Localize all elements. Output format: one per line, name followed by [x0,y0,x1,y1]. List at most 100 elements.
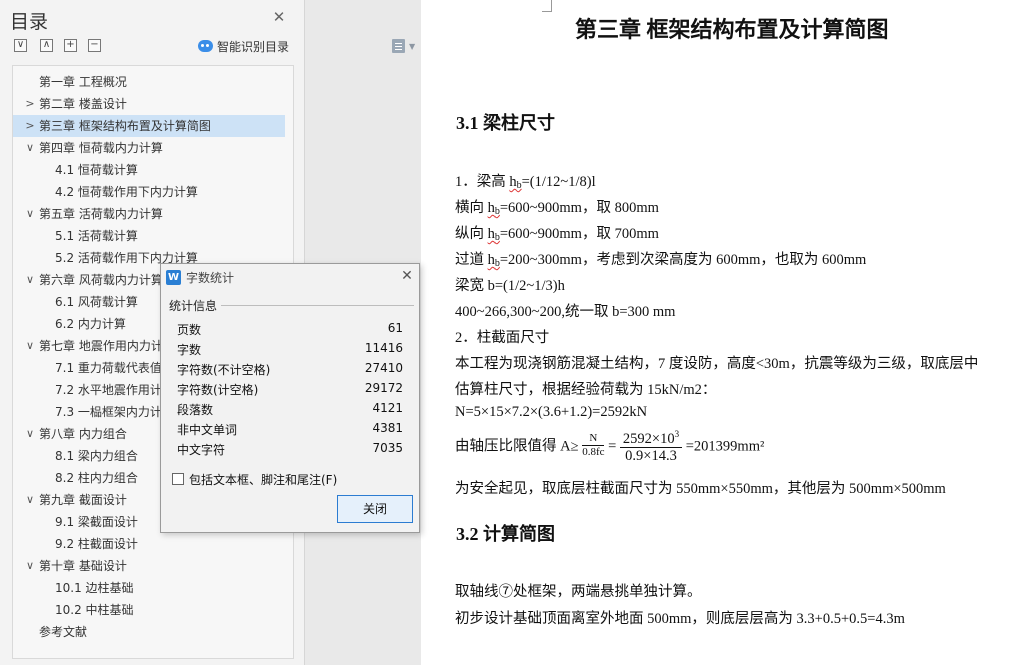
toc-item[interactable]: ∨ 第五章 活荷载内力计算 [13,203,293,225]
toc-item[interactable]: 10.2 中柱基础 [13,599,293,621]
section-heading: 3.2 计算简图 [456,524,555,544]
body-line: 初步设计基础顶面离室外地面 500mm，则底层层高为 3.3+0.5+0.5=4… [455,611,905,627]
stat-value: 11416 [364,341,403,355]
toc-item[interactable]: 参考文献 [13,621,293,643]
stats-group-label: 统计信息 [169,299,218,313]
chevron-down-icon[interactable]: ∨ [25,137,35,159]
toc-item[interactable]: > 第二章 楼盖设计 [13,93,293,115]
word-app-icon: W [166,270,181,285]
toc-item-label: 第八章 内力组合 [39,427,127,441]
stat-label: 中文字符 [177,443,226,457]
toc-item-label: 第一章 工程概况 [39,75,127,89]
smart-toc-button[interactable]: 智能识别目录 [198,37,289,55]
include-textbox-checkbox[interactable] [172,473,184,485]
toc-item-label: 第十章 基础设计 [39,559,127,573]
toc-item-label: 8.2 柱内力组合 [55,471,138,485]
toc-item-label: 第三章 框架结构布置及计算简图 [39,119,211,133]
chevron-right-icon[interactable]: > [25,115,35,137]
document-icon[interactable] [392,39,405,53]
word-window: 目录 ✕ ∨ ∧ + − 智能识别目录 第一章 工程概况 > 第二章 楼盖设计 > 第三… [0,0,1023,665]
body-line: 取轴线⑦处框架，两端悬挑单独计算。 [455,584,702,600]
stat-value: 29172 [364,381,403,395]
toc-item-label: 8.1 梁内力组合 [55,449,138,463]
toc-item-label: 10.2 中柱基础 [55,603,134,617]
group-divider [221,305,414,306]
toc-item-label: 6.2 内力计算 [55,317,126,331]
body-line: 梁宽 b=(1/2~1/3)h [455,278,565,294]
formula-line: 由轴压比限值得 A≥ N 0.8fc = 2592×103 0.9×14.3 =20… [455,428,764,466]
smart-toc-label: 智能识别目录 [217,39,290,54]
body-line: 为安全起见，取底层柱截面尺寸为 550mm×550mm，其他层为 500mm×5… [455,481,946,497]
toc-item[interactable]: 10.1 边柱基础 [13,577,293,599]
toc-item-label: 第二章 楼盖设计 [39,97,127,111]
toc-item-label: 5.1 活荷载计算 [55,229,138,243]
chevron-down-icon[interactable]: ∨ [25,489,35,511]
toc-item[interactable]: 第一章 工程概况 [13,71,293,93]
stat-value: 27410 [364,361,403,375]
checkbox-label[interactable]: 包括文本框、脚注和尾注(F) [189,471,337,488]
toc-item-label: 第六章 风荷载内力计算 [39,273,163,287]
fraction: 2592×103 0.9×14.3 [619,426,683,464]
stat-label: 字符数(计空格) [177,383,259,397]
stat-label: 字符数(不计空格) [177,363,271,377]
collapse-all-button[interactable]: ∨ [14,39,27,52]
chapter-title: 第三章 框架结构布置及计算简图 [575,17,889,42]
toc-item[interactable]: ∨ 第十章 基础设计 [13,555,293,577]
crop-mark [542,11,552,12]
close-button[interactable]: 关闭 [337,495,413,523]
toc-item-label: 9.2 柱截面设计 [55,537,138,551]
toc-item-label: 4.1 恒荷载计算 [55,163,138,177]
demote-button[interactable]: − [88,39,101,52]
toc-item-label: 第五章 活荷载内力计算 [39,207,163,221]
dialog-title: 字数统计 [186,271,235,285]
nav-title: 目录 [10,11,49,33]
stat-value: 7035 [372,441,403,455]
toc-item-label: 6.1 风荷载计算 [55,295,138,309]
body-line: 2．柱截面尺寸 [455,330,550,346]
toc-item-label: 第九章 截面设计 [39,493,127,507]
toc-item-label: 第七章 地震作用内力计 [39,339,163,353]
toc-item[interactable]: 4.2 恒荷载作用下内力计算 [13,181,293,203]
stat-label: 段落数 [177,403,214,417]
crop-mark [551,0,552,11]
chevron-down-icon[interactable]: ∨ [25,203,35,225]
document-page[interactable]: 第三章 框架结构布置及计算简图 3.1 梁柱尺寸 1．梁高 hb=(1/12~1… [421,0,1023,665]
body-line: N=5×15×7.2×(3.6+1.2)=2592kN [455,404,648,420]
expand-all-button[interactable]: ∧ [40,39,53,52]
body-line: 本工程为现浇钢筋混凝土结构，7 度设防，高度<30m，抗震等级为三级，取底层中 [455,356,979,372]
chevron-down-icon[interactable]: ∨ [25,555,35,577]
stat-label: 非中文单词 [177,423,238,437]
toc-item[interactable]: 5.1 活荷载计算 [13,225,293,247]
toc-item[interactable]: 4.1 恒荷载计算 [13,159,293,181]
chevron-down-icon[interactable]: ∨ [25,335,35,357]
smart-toc-icon [198,40,213,52]
stat-label: 字数 [177,343,202,357]
toc-item-label: 4.2 恒荷载作用下内力计算 [55,185,198,199]
toc-item[interactable]: ∨ 第四章 恒荷载内力计算 [13,137,293,159]
chevron-right-icon[interactable]: > [25,93,35,115]
toc-item-label: 9.1 梁截面设计 [55,515,138,529]
body-line: 400~266,300~200,统一取 b=300 mm [455,304,676,320]
body-line: 1．梁高 hb=(1/12~1/8)l [455,174,596,191]
toc-item[interactable]: 9.2 柱截面设计 [13,533,293,555]
close-icon[interactable]: ✕ [271,9,287,25]
stat-label: 页数 [177,323,202,337]
word-count-dialog: W 字数统计 ✕ 统计信息 页数 61 字数 11416 字符数(不计空格) 27410 字… [160,263,420,533]
toc-item-label: 第四章 恒荷载内力计算 [39,141,163,155]
toc-item-label: 参考文献 [39,625,88,639]
toc-item-label: 10.1 边柱基础 [55,581,134,595]
chevron-down-icon[interactable]: ∨ [25,423,35,445]
fraction: N 0.8fc [582,431,605,458]
body-line: 过道 hb=200~300mm，考虑到次梁高度为 600mm，也取为 600mm [455,252,867,269]
close-icon[interactable]: ✕ [399,268,415,284]
stat-value: 4381 [372,421,403,435]
section-heading: 3.1 梁柱尺寸 [456,113,555,133]
toc-item[interactable]: > 第三章 框架结构布置及计算简图 [13,115,285,137]
stat-value: 61 [387,321,403,335]
body-line: 横向 hb=600~900mm，取 800mm [455,200,659,217]
promote-button[interactable]: + [64,39,77,52]
chevron-down-icon[interactable]: ▼ [409,42,415,51]
toc-item-label: 7.1 重力荷载代表值 [55,361,162,375]
toc-item-label: 7.2 水平地震作用计 [55,383,162,397]
chevron-down-icon[interactable]: ∨ [25,269,35,291]
